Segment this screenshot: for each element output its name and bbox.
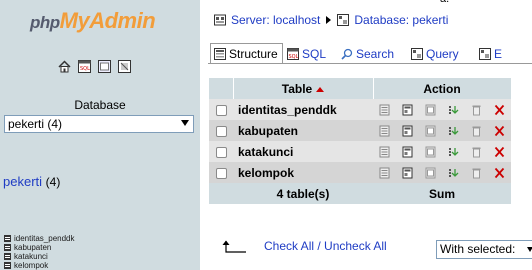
- tab-query[interactable]: Query: [408, 43, 463, 63]
- sum-label: Sum: [373, 183, 511, 204]
- row-checkbox[interactable]: [215, 146, 227, 158]
- browse-icon[interactable]: [373, 162, 396, 183]
- database-label: Database: [74, 98, 126, 112]
- tab-bar: Structure SQL SQL Search Query E: [208, 40, 532, 64]
- sort-ascending-icon: [316, 86, 325, 92]
- insert-icon[interactable]: [442, 141, 465, 162]
- row-checkbox[interactable]: [215, 167, 227, 179]
- empty-table-icon[interactable]: [465, 141, 488, 162]
- drop-table-icon[interactable]: [488, 141, 511, 162]
- sidebar-table-list: identitas_penddk kabupaten katakunci kel…: [4, 234, 75, 270]
- table-name-link[interactable]: kelompok: [233, 162, 373, 183]
- corner-arrow-icon: [222, 240, 246, 253]
- table-icon: [4, 244, 11, 251]
- structure-icon: [214, 47, 226, 60]
- quick-icons-bar: SQL: [58, 60, 131, 73]
- table-count: (4): [45, 175, 61, 189]
- table-row: kabupaten: [209, 120, 511, 141]
- insert-icon[interactable]: [442, 162, 465, 183]
- structure-icon[interactable]: [396, 120, 419, 141]
- table-row: kelompok: [209, 162, 511, 183]
- drop-table-icon[interactable]: [488, 162, 511, 183]
- browse-icon[interactable]: [373, 120, 396, 141]
- svg-text:SQL: SQL: [80, 66, 90, 72]
- server-icon: [214, 14, 226, 26]
- database-select[interactable]: pekerti (4): [4, 115, 194, 133]
- breadcrumb: Server: localhost Database: pekerti: [214, 13, 448, 27]
- search-icon: [341, 48, 353, 60]
- tab-export[interactable]: E: [476, 43, 506, 63]
- table-row: katakunci: [209, 141, 511, 162]
- structure-icon[interactable]: [396, 99, 419, 120]
- left-navigation-frame: phpMyAdmin SQL Database pekerti (4) peke…: [0, 0, 200, 270]
- row-checkbox[interactable]: [215, 125, 227, 137]
- tables-structure-table: Table Action identitas_penddk kabupaten: [209, 78, 512, 204]
- sidebar-table-item[interactable]: identitas_penddk: [4, 234, 75, 243]
- browse-icon[interactable]: [373, 99, 396, 120]
- empty-table-icon[interactable]: [465, 99, 488, 120]
- current-database-link[interactable]: pekerti (4): [3, 174, 60, 189]
- breadcrumb-database[interactable]: Database: pekerti: [354, 13, 448, 27]
- table-header-row: Table Action: [209, 78, 512, 99]
- table-icon: [4, 253, 11, 260]
- table-icon: [4, 262, 11, 269]
- search-table-icon[interactable]: [419, 162, 442, 183]
- query-window-icon[interactable]: [98, 60, 111, 73]
- export-icon: [479, 47, 491, 60]
- database-select-value: pekerti (4): [8, 117, 63, 131]
- main-content-frame: Server: localhost Database: pekerti Stru…: [208, 0, 532, 270]
- structure-icon[interactable]: [396, 162, 419, 183]
- dropdown-arrow-icon: [527, 247, 532, 252]
- column-header-action: Action: [373, 78, 512, 99]
- sidebar-table-item[interactable]: kabupaten: [4, 243, 75, 252]
- column-header-table[interactable]: Table: [233, 78, 374, 99]
- search-table-icon[interactable]: [419, 99, 442, 120]
- tab-sql[interactable]: SQL SQL: [284, 43, 330, 63]
- breadcrumb-separator-icon: [326, 16, 332, 24]
- structure-icon[interactable]: [396, 141, 419, 162]
- table-name-link[interactable]: kabupaten: [233, 120, 373, 141]
- browse-icon[interactable]: [373, 141, 396, 162]
- phpmyadmin-logo[interactable]: phpMyAdmin: [30, 8, 156, 34]
- table-name-link[interactable]: katakunci: [233, 141, 373, 162]
- sql-icon[interactable]: SQL: [78, 60, 91, 73]
- empty-table-icon[interactable]: [465, 162, 488, 183]
- drop-table-icon[interactable]: [488, 99, 511, 120]
- search-table-icon[interactable]: [419, 120, 442, 141]
- dropdown-arrow-icon: [181, 120, 189, 126]
- table-icon: [4, 235, 11, 242]
- sidebar-table-item[interactable]: katakunci: [4, 252, 75, 261]
- row-checkbox[interactable]: [215, 104, 227, 116]
- svg-text:SQL: SQL: [289, 54, 299, 60]
- insert-icon[interactable]: [442, 99, 465, 120]
- empty-table-icon[interactable]: [465, 120, 488, 141]
- insert-icon[interactable]: [442, 120, 465, 141]
- bulk-actions-bar: Check All / Uncheck All With selected:: [208, 235, 532, 259]
- with-selected-select[interactable]: With selected:: [436, 240, 532, 259]
- table-row: identitas_penddk: [209, 99, 511, 120]
- docs-icon[interactable]: [118, 60, 131, 73]
- sql-icon: SQL: [287, 47, 299, 60]
- search-table-icon[interactable]: [419, 141, 442, 162]
- table-footer-row: 4 table(s) Sum: [209, 183, 511, 204]
- tab-structure[interactable]: Structure: [210, 43, 283, 63]
- table-name-link[interactable]: identitas_penddk: [233, 99, 373, 120]
- breadcrumb-server[interactable]: Server: localhost: [231, 13, 320, 27]
- tab-search[interactable]: Search: [338, 43, 398, 63]
- home-icon[interactable]: [58, 60, 71, 73]
- check-all-link[interactable]: Check All / Uncheck All: [264, 239, 387, 253]
- sidebar-table-item[interactable]: kelompok: [4, 261, 75, 270]
- drop-table-icon[interactable]: [488, 120, 511, 141]
- table-count-summary: 4 table(s): [233, 183, 373, 204]
- database-icon: [337, 14, 350, 26]
- query-icon: [411, 47, 423, 60]
